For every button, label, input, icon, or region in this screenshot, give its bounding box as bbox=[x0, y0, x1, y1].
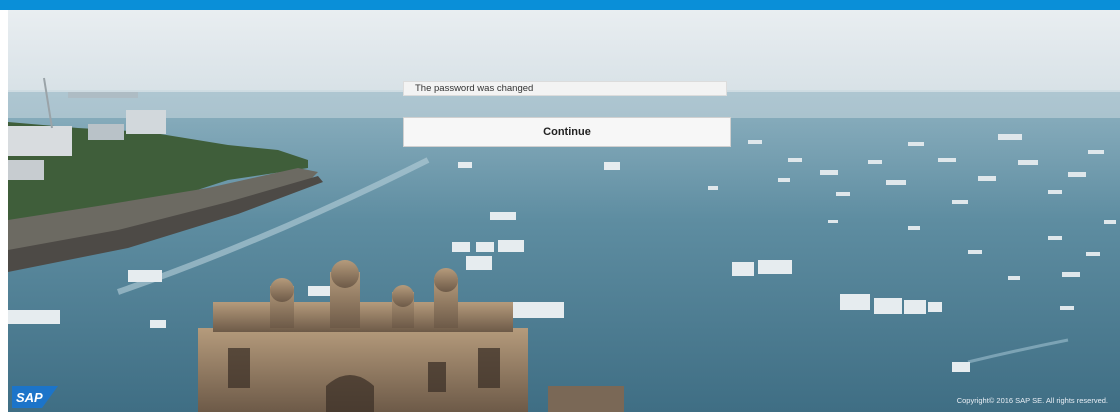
continue-button[interactable]: Continue bbox=[403, 117, 731, 147]
copyright-text: Copyright© 2016 SAP SE. All rights reser… bbox=[956, 396, 1108, 405]
logon-background bbox=[8, 10, 1120, 412]
svg-text:SAP: SAP bbox=[16, 390, 43, 405]
harbor-background-image bbox=[8, 10, 1120, 412]
status-message: The password was changed bbox=[403, 81, 727, 96]
top-accent-bar bbox=[0, 0, 1120, 10]
sap-logo: SAP bbox=[12, 386, 58, 408]
